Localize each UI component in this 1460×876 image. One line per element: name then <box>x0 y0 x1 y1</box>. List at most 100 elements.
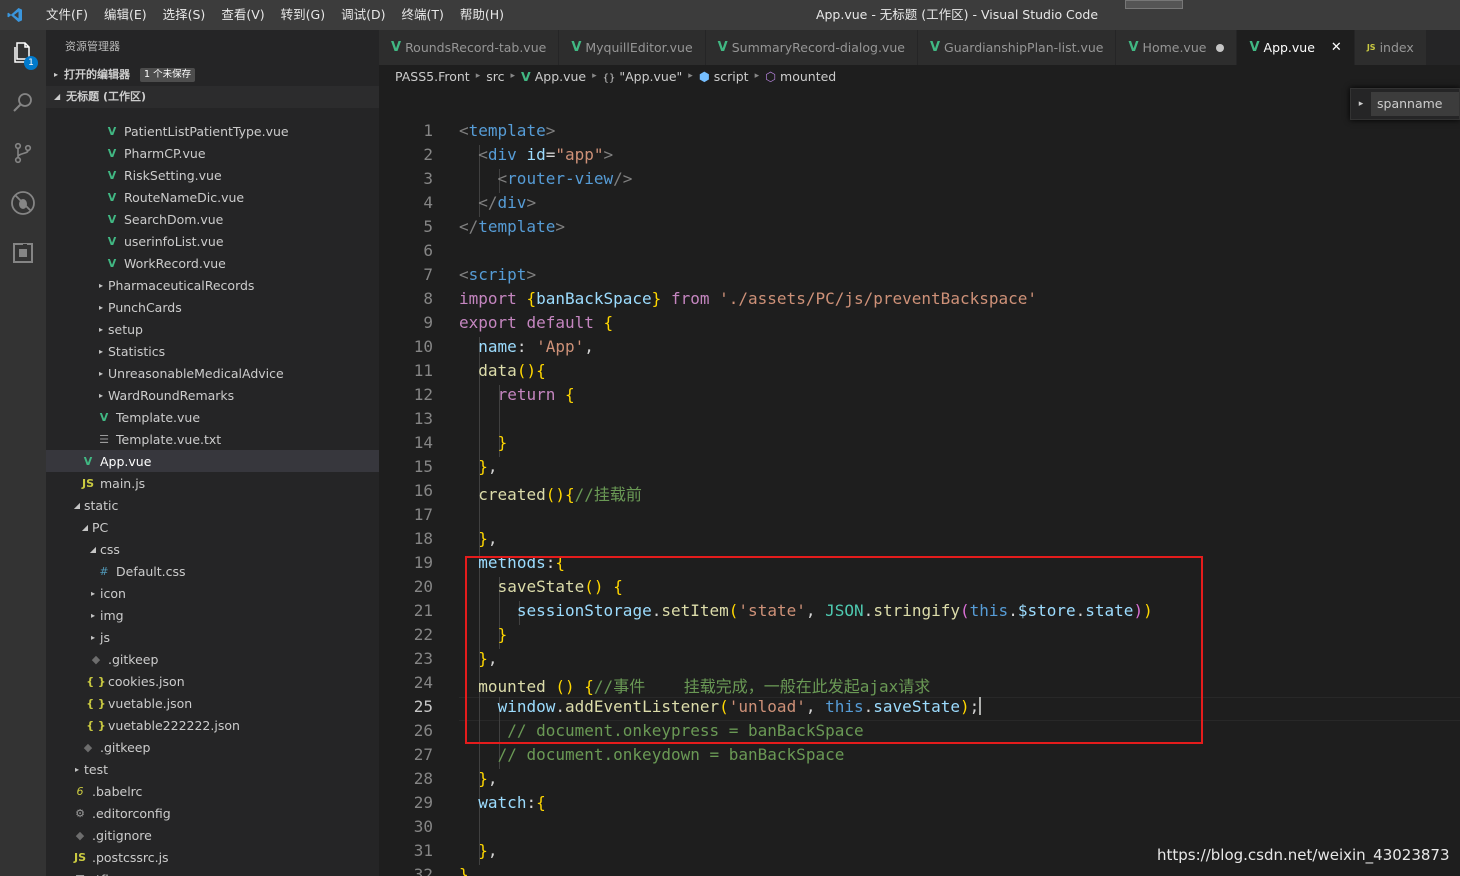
watermark-text: https://blog.csdn.net/weixin_43023873 <box>1157 846 1450 864</box>
vue-file-icon: V <box>83 454 93 468</box>
editor-tab[interactable]: V App.vue ✕ <box>1237 30 1355 65</box>
tree-file[interactable]: ◆ .gitignore <box>46 824 379 846</box>
close-icon[interactable]: ✕ <box>1331 40 1342 55</box>
tree-folder[interactable]: ▸ PunchCards <box>46 296 379 318</box>
breadcrumb-item[interactable]: {} "App.vue" <box>603 69 683 84</box>
code-line[interactable]: </div> <box>459 193 536 212</box>
code-line[interactable]: return { <box>459 385 575 404</box>
code-line[interactable]: <router-view/> <box>459 169 633 188</box>
tree-folder[interactable]: ▸ setup <box>46 318 379 340</box>
tree-folder[interactable]: ▸ PharmaceuticalRecords <box>46 274 379 296</box>
tree-folder[interactable]: ▸ WardRoundRemarks <box>46 384 379 406</box>
menu-item[interactable]: 编辑(E) <box>96 0 155 30</box>
line-number: 1 <box>423 121 433 140</box>
tree-file[interactable]: # Default.css <box>46 560 379 582</box>
breadcrumb-label: "App.vue" <box>619 68 683 84</box>
tree-folder[interactable]: ◢ css <box>46 538 379 560</box>
tree-file[interactable]: ⚙ .editorconfig <box>46 802 379 824</box>
tree-file[interactable]: ◆ .gitkeep <box>46 648 379 670</box>
breadcrumb-item[interactable]: src <box>486 69 504 84</box>
code-line[interactable]: </template> <box>459 217 565 236</box>
tree-folder[interactable]: ▸ Statistics <box>46 340 379 362</box>
tree-file[interactable]: V App.vue <box>46 450 379 472</box>
editor-tab[interactable]: V SummaryRecord-dialog.vue <box>705 30 918 65</box>
code-line[interactable]: } <box>459 865 469 876</box>
tree-item-label: RiskSetting.vue <box>124 167 222 183</box>
editor-tab[interactable]: V RoundsRecord-tab.vue <box>379 30 560 65</box>
extensions-activity-button[interactable] <box>0 230 46 280</box>
code-line[interactable]: }, <box>459 769 497 788</box>
code-line[interactable]: watch:{ <box>459 793 545 812</box>
debug-activity-button[interactable] <box>0 180 46 230</box>
tree-file[interactable]: 6 .babelrc <box>46 780 379 802</box>
breadcrumb-item[interactable]: PASS5.Front <box>395 69 470 84</box>
tree-folder[interactable]: ▸ test <box>46 758 379 780</box>
editor-tab[interactable]: V GuardianshipPlan-list.vue <box>917 30 1117 65</box>
tree-file[interactable]: JS main.js <box>46 472 379 494</box>
code-line[interactable]: name: 'App', <box>459 337 594 356</box>
text-file-icon: ☰ <box>72 873 88 876</box>
tree-file[interactable]: { } vuetable.json <box>46 692 379 714</box>
breadcrumb-label: mounted <box>780 68 837 84</box>
breadcrumb-item[interactable]: ⬢ script <box>699 69 749 84</box>
chevron-down-icon: ◢ <box>73 500 81 510</box>
tree-file[interactable]: { } cookies.json <box>46 670 379 692</box>
code-line[interactable]: data(){ <box>459 361 545 380</box>
vue-file-icon: V <box>717 40 728 55</box>
extensions-icon <box>11 241 35 269</box>
tree-item-label: css <box>100 541 120 557</box>
explorer-activity-button[interactable]: 1 <box>0 30 46 80</box>
editor-tab[interactable]: V Home.vue <box>1116 30 1238 65</box>
open-editors-section[interactable]: ▸ 打开的编辑器 1 个未保存 <box>46 64 379 86</box>
line-number: 18 <box>413 529 433 548</box>
editor-tab[interactable]: V MyquillEditor.vue <box>559 30 706 65</box>
tree-file[interactable]: VuserinfoList.vue <box>46 230 379 252</box>
tree-folder[interactable]: ◢ static <box>46 494 379 516</box>
code-line[interactable]: } <box>459 433 508 452</box>
breadcrumb-item[interactable]: V App.vue <box>521 69 586 84</box>
tree-file[interactable]: V SearchDom.vue <box>46 208 379 230</box>
vscode-logo-icon <box>0 0 30 30</box>
tree-file[interactable]: JS .postcssrc.js <box>46 846 379 868</box>
code-line[interactable]: created(){//挂载前 <box>459 481 642 505</box>
tree-folder[interactable]: ◢ PC <box>46 516 379 538</box>
tree-folder[interactable]: ▸ img <box>46 604 379 626</box>
tree-file[interactable]: V PharmCP.vue <box>46 142 379 164</box>
code-line[interactable]: }, <box>459 529 497 548</box>
tree-folder[interactable]: ▸ js <box>46 626 379 648</box>
vue-file-icon: V <box>929 40 941 55</box>
chevron-right-icon: ▸ <box>90 610 95 620</box>
tree-file[interactable]: V WorkRecord.vue <box>46 252 379 274</box>
line-number: 27 <box>413 745 433 764</box>
tree-file[interactable]: { } vuetable222222.json <box>46 714 379 736</box>
code-line[interactable]: }, <box>459 457 497 476</box>
tree-file[interactable]: V PatientListPatientType.vue <box>46 120 379 142</box>
search-activity-button[interactable] <box>0 80 46 130</box>
symbol-search-widget: ▸ spanname <box>1350 88 1460 120</box>
editor-tab[interactable]: JS index <box>1354 30 1427 65</box>
code-line[interactable]: <template> <box>459 121 555 140</box>
workspace-section[interactable]: ◢ 无标题 (工作区) <box>46 86 379 108</box>
unsaved-dot-icon[interactable] <box>1216 43 1225 52</box>
workspace-label: 无标题 (工作区) <box>66 90 147 103</box>
code-editor[interactable]: 1 <template> 2 <div id="app"> 3 <router-vie… <box>379 120 1460 876</box>
tree-file[interactable]: V RiskSetting.vue <box>46 164 379 186</box>
tree-file[interactable]: V Template.vue <box>46 406 379 428</box>
tree-file[interactable]: ☰ .tfignore <box>46 868 379 876</box>
code-line[interactable]: <div id="app"> <box>459 145 613 164</box>
symbol-search-input[interactable]: spanname <box>1371 92 1459 116</box>
chevron-right-icon[interactable]: ▸ <box>1351 99 1371 109</box>
code-line[interactable]: import {banBackSpace} from './assets/PC/… <box>459 289 1037 308</box>
tree-file[interactable]: ◆ .gitkeep <box>46 736 379 758</box>
tree-folder[interactable]: ▸ UnreasonableMedicalAdvice <box>46 362 379 384</box>
code-line[interactable]: }, <box>459 841 497 860</box>
source-control-activity-button[interactable] <box>0 130 46 180</box>
code-line[interactable]: <script> <box>459 265 536 284</box>
code-line[interactable]: // document.onkeydown = banBackSpace <box>459 745 845 764</box>
menu-item[interactable]: 文件(F) <box>38 0 96 30</box>
tree-file[interactable]: ☰ Template.vue.txt <box>46 428 379 450</box>
tree-file[interactable]: V RouteNameDic.vue <box>46 186 379 208</box>
breadcrumb-item[interactable]: ⬡ mounted <box>765 69 836 84</box>
code-line[interactable]: export default { <box>459 313 613 332</box>
tree-folder[interactable]: ▸ icon <box>46 582 379 604</box>
